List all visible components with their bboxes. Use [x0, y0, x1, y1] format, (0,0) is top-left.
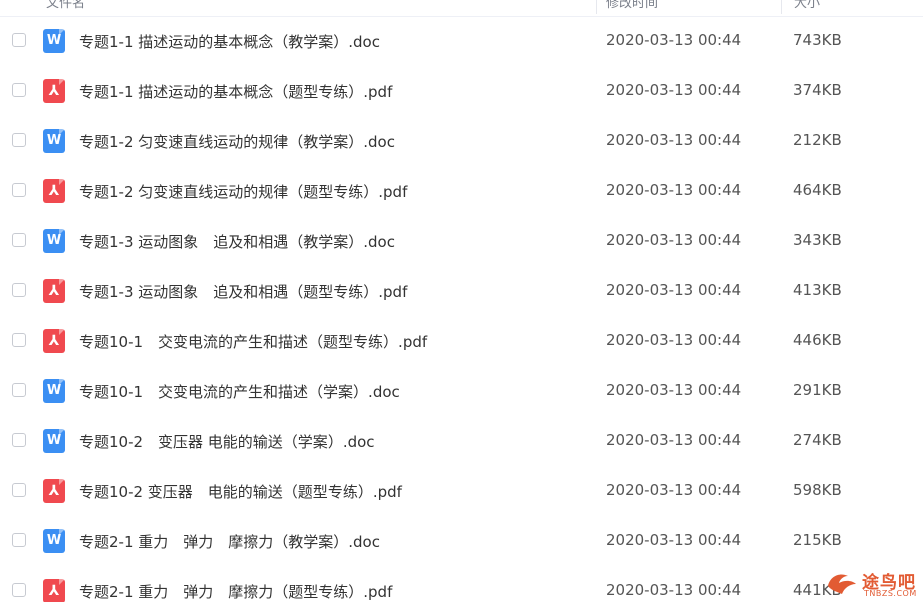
file-modified-time: 2020-03-13 00:44	[606, 431, 742, 449]
file-size: 413KB	[793, 281, 842, 299]
row-checkbox[interactable]	[12, 583, 26, 597]
word-file-icon: W	[43, 529, 65, 553]
row-checkbox[interactable]	[12, 133, 26, 147]
word-file-icon: W	[43, 129, 65, 153]
page-fold-icon	[59, 279, 65, 285]
word-file-icon: W	[43, 29, 65, 53]
file-name[interactable]: 专题10-2 变压器 电能的输送（题型专练）.pdf	[79, 481, 402, 502]
file-name[interactable]: 专题1-3 运动图象 追及和相遇（教学案）.doc	[79, 231, 395, 252]
page-fold-icon	[59, 529, 65, 535]
file-name[interactable]: 专题1-1 描述运动的基本概念（题型专练）.pdf	[79, 81, 392, 102]
page-fold-icon	[59, 479, 65, 485]
file-name[interactable]: 专题1-1 描述运动的基本概念（教学案）.doc	[79, 31, 380, 52]
file-size: 598KB	[793, 481, 842, 499]
column-divider[interactable]	[781, 0, 782, 14]
file-size: 743KB	[793, 31, 842, 49]
file-row[interactable]: ⅄ 专题1-3 运动图象 追及和相遇（题型专练）.pdf 2020-03-13 00…	[0, 266, 923, 316]
pdf-file-icon: ⅄	[43, 279, 65, 303]
file-row[interactable]: W 专题1-2 匀变速直线运动的规律（教学案）.doc 2020-03-13 00:…	[0, 116, 923, 166]
pdf-file-icon: ⅄	[43, 329, 65, 353]
watermark-domain: TNBZS.COM	[864, 589, 917, 598]
file-row[interactable]: ⅄ 专题2-1 重力 弹力 摩擦力（题型专练）.pdf 2020-03-13 00:…	[0, 566, 923, 602]
file-size: 291KB	[793, 381, 842, 399]
file-list-header: 文件名 修改时间 大小	[0, 0, 923, 17]
page-fold-icon	[59, 29, 65, 35]
file-size: 274KB	[793, 431, 842, 449]
word-file-icon: W	[43, 379, 65, 403]
row-checkbox[interactable]	[12, 283, 26, 297]
file-size: 464KB	[793, 181, 842, 199]
row-checkbox[interactable]	[12, 383, 26, 397]
file-name[interactable]: 专题10-1 交变电流的产生和描述（题型专练）.pdf	[79, 331, 427, 352]
column-header-name[interactable]: 文件名	[46, 0, 85, 11]
page-fold-icon	[59, 229, 65, 235]
row-checkbox[interactable]	[12, 433, 26, 447]
site-watermark: 途鸟吧 TNBZS.COM	[822, 566, 922, 602]
word-file-icon: W	[43, 429, 65, 453]
file-name[interactable]: 专题10-1 交变电流的产生和描述（学案）.doc	[79, 381, 400, 402]
file-row[interactable]: ⅄ 专题1-2 匀变速直线运动的规律（题型专练）.pdf 2020-03-13 00…	[0, 166, 923, 216]
file-name[interactable]: 专题10-2 变压器 电能的输送（学案）.doc	[79, 431, 375, 452]
row-checkbox[interactable]	[12, 533, 26, 547]
row-checkbox[interactable]	[12, 83, 26, 97]
page-fold-icon	[59, 429, 65, 435]
file-row[interactable]: W 专题10-2 变压器 电能的输送（学案）.doc 2020-03-13 00:4…	[0, 416, 923, 466]
pdf-file-icon: ⅄	[43, 579, 65, 602]
file-row[interactable]: ⅄ 专题10-2 变压器 电能的输送（题型专练）.pdf 2020-03-13 00…	[0, 466, 923, 516]
row-checkbox[interactable]	[12, 233, 26, 247]
file-name[interactable]: 专题1-2 匀变速直线运动的规律（教学案）.doc	[79, 131, 395, 152]
file-modified-time: 2020-03-13 00:44	[606, 331, 742, 349]
file-size: 374KB	[793, 81, 842, 99]
pdf-file-icon: ⅄	[43, 179, 65, 203]
column-header-size[interactable]: 大小	[794, 0, 820, 11]
file-modified-time: 2020-03-13 00:44	[606, 481, 742, 499]
row-checkbox[interactable]	[12, 333, 26, 347]
row-checkbox[interactable]	[12, 483, 26, 497]
pdf-file-icon: ⅄	[43, 79, 65, 103]
page-fold-icon	[59, 179, 65, 185]
file-size: 215KB	[793, 531, 842, 549]
file-modified-time: 2020-03-13 00:44	[606, 81, 742, 99]
file-modified-time: 2020-03-13 00:44	[606, 281, 742, 299]
file-name[interactable]: 专题2-1 重力 弹力 摩擦力（题型专练）.pdf	[79, 581, 392, 602]
file-row[interactable]: W 专题1-3 运动图象 追及和相遇（教学案）.doc 2020-03-13 00:…	[0, 216, 923, 266]
column-header-modified-time[interactable]: 修改时间	[606, 0, 658, 11]
file-modified-time: 2020-03-13 00:44	[606, 181, 742, 199]
file-modified-time: 2020-03-13 00:44	[606, 381, 742, 399]
page-fold-icon	[59, 79, 65, 85]
file-size: 343KB	[793, 231, 842, 249]
file-modified-time: 2020-03-13 00:44	[606, 231, 742, 249]
file-row[interactable]: W 专题2-1 重力 弹力 摩擦力（教学案）.doc 2020-03-13 00:4…	[0, 516, 923, 566]
pdf-file-icon: ⅄	[43, 479, 65, 503]
file-size: 446KB	[793, 331, 842, 349]
file-row[interactable]: W 专题1-1 描述运动的基本概念（教学案）.doc 2020-03-13 00:4…	[0, 16, 923, 66]
file-modified-time: 2020-03-13 00:44	[606, 131, 742, 149]
file-row[interactable]: ⅄ 专题10-1 交变电流的产生和描述（题型专练）.pdf 2020-03-13 0…	[0, 316, 923, 366]
file-list: W 专题1-1 描述运动的基本概念（教学案）.doc 2020-03-13 00:4…	[0, 16, 923, 602]
row-checkbox[interactable]	[12, 33, 26, 47]
file-name[interactable]: 专题2-1 重力 弹力 摩擦力（教学案）.doc	[79, 531, 380, 552]
file-size: 212KB	[793, 131, 842, 149]
bird-logo-icon	[828, 574, 856, 594]
file-modified-time: 2020-03-13 00:44	[606, 31, 742, 49]
word-file-icon: W	[43, 229, 65, 253]
row-checkbox[interactable]	[12, 183, 26, 197]
page-fold-icon	[59, 129, 65, 135]
file-modified-time: 2020-03-13 00:44	[606, 581, 742, 599]
page-fold-icon	[59, 579, 65, 585]
file-row[interactable]: W 专题10-1 交变电流的产生和描述（学案）.doc 2020-03-13 00:…	[0, 366, 923, 416]
file-list-view: 文件名 修改时间 大小 W 专题1-1 描述运动的基本概念（教学案）.doc 202…	[0, 0, 923, 602]
page-fold-icon	[59, 379, 65, 385]
column-divider[interactable]	[596, 0, 597, 14]
file-name[interactable]: 专题1-2 匀变速直线运动的规律（题型专练）.pdf	[79, 181, 407, 202]
file-row[interactable]: ⅄ 专题1-1 描述运动的基本概念（题型专练）.pdf 2020-03-13 00:…	[0, 66, 923, 116]
page-fold-icon	[59, 329, 65, 335]
file-modified-time: 2020-03-13 00:44	[606, 531, 742, 549]
file-name[interactable]: 专题1-3 运动图象 追及和相遇（题型专练）.pdf	[79, 281, 407, 302]
